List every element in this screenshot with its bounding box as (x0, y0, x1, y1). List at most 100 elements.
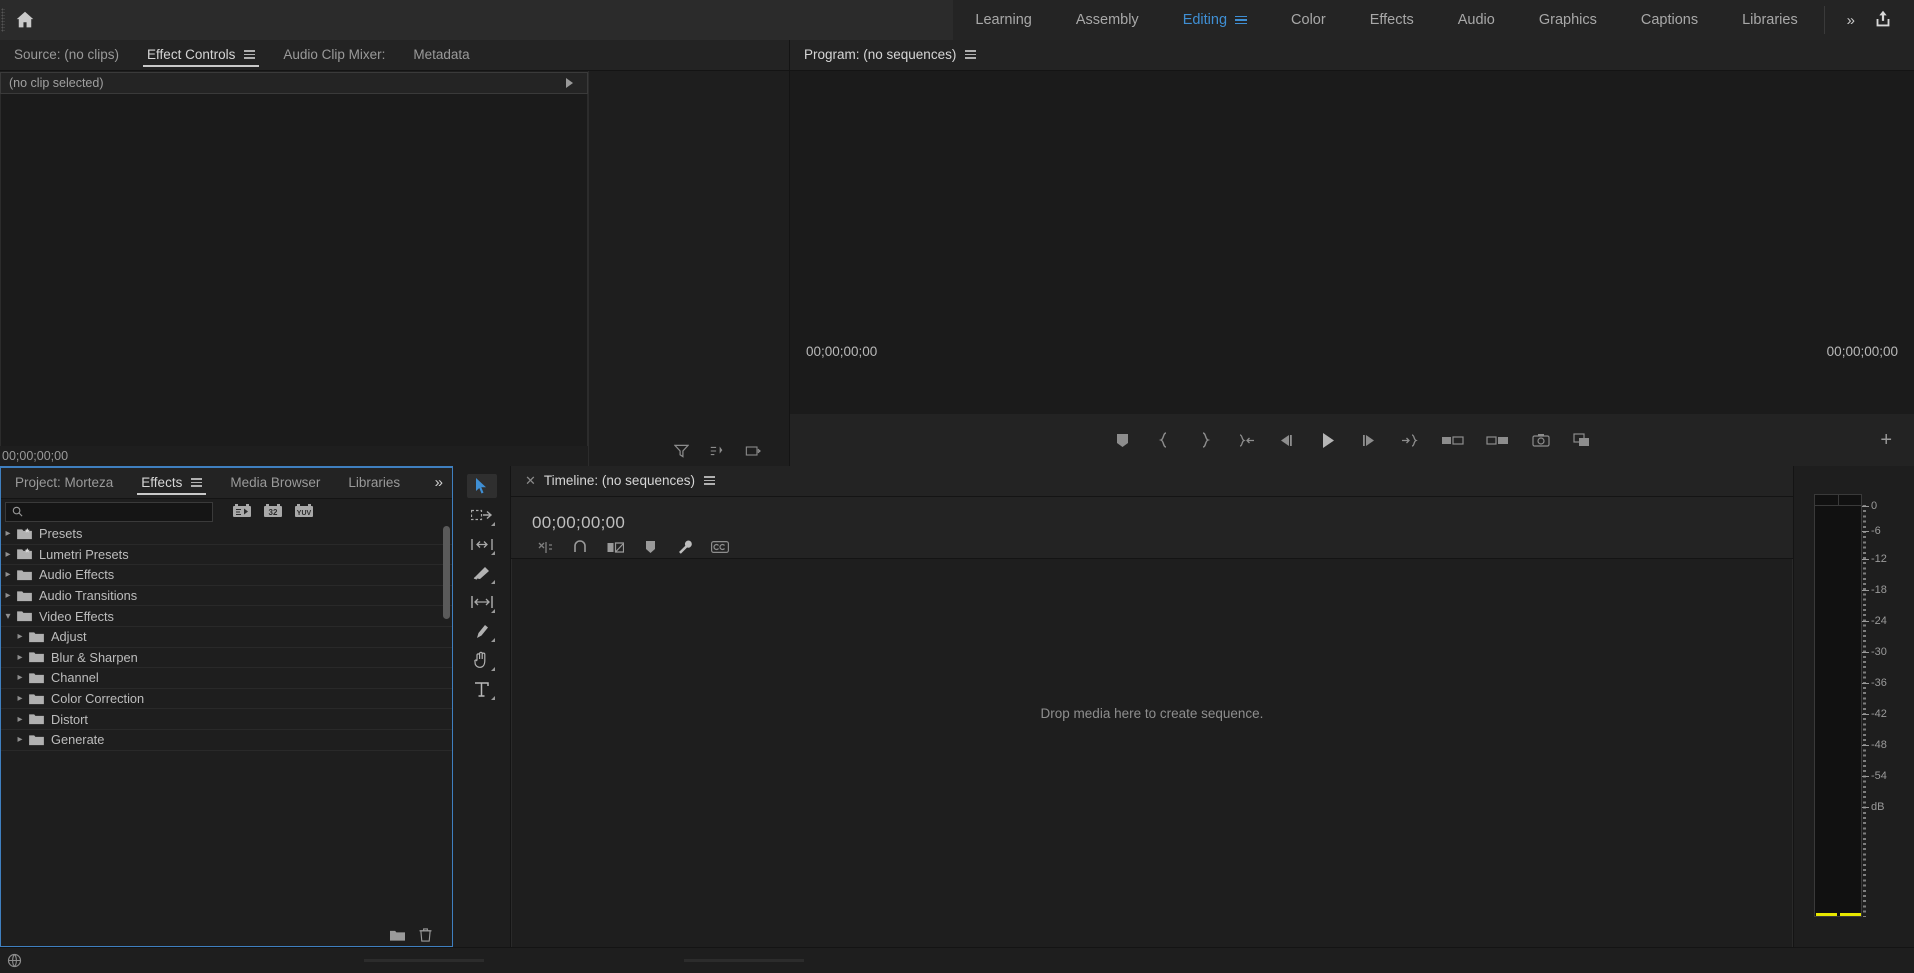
button-editor-plus[interactable]: + (1880, 430, 1892, 450)
lift-button[interactable] (1440, 429, 1466, 451)
extract-button[interactable] (1485, 429, 1511, 451)
tree-item-generate[interactable]: ▸ Generate (1, 730, 452, 751)
slip-tool[interactable] (467, 590, 497, 614)
ripple-edit-tool[interactable] (467, 532, 497, 556)
go-to-in-button[interactable] (1235, 429, 1257, 451)
type-tool[interactable] (467, 677, 497, 701)
razor-tool[interactable] (467, 561, 497, 585)
new-custom-bin-icon[interactable] (390, 929, 405, 942)
panel-menu-icon[interactable] (244, 50, 256, 59)
effects-tree[interactable]: ▸ Presets ▸ Lumetri Presets ▸ Audio Effe… (1, 524, 452, 924)
mark-in-button[interactable] (1153, 429, 1175, 451)
tree-item-audio-effects[interactable]: ▸ Audio Effects (1, 565, 452, 586)
tab-project-morteza[interactable]: Project: Morteza (1, 467, 127, 498)
effect-controls-parameter-area[interactable] (0, 94, 588, 446)
timeline-empty-area[interactable]: Drop media here to create sequence. (511, 559, 1793, 947)
timeline-playhead-timecode[interactable]: 00;00;00;00 (532, 513, 625, 533)
no-clip-selected-bar[interactable]: (no clip selected) (0, 72, 588, 94)
expand-triangle-icon[interactable] (566, 78, 573, 88)
comparison-view-button[interactable] (1571, 429, 1593, 451)
add-marker-button[interactable] (1112, 429, 1134, 451)
keyframe-nav-icon[interactable] (709, 444, 725, 458)
filter-icon[interactable] (674, 444, 689, 458)
step-forward-button[interactable] (1358, 429, 1380, 451)
chevron-right-icon[interactable]: ▸ (13, 734, 27, 745)
effect-controls-timeline-area[interactable] (589, 71, 789, 466)
effects-tree-scrollbar[interactable] (443, 526, 450, 619)
tab-media-browser[interactable]: Media Browser (216, 467, 334, 498)
tree-item-color-correction[interactable]: ▸ Color Correction (1, 689, 452, 710)
tab-source[interactable]: Source: (no clips) (0, 39, 133, 70)
tree-item-blur-and-sharpen[interactable]: ▸ Blur & Sharpen (1, 648, 452, 669)
panel-menu-icon[interactable] (703, 476, 715, 485)
tab-audio-clip-mixer[interactable]: Audio Clip Mixer: (269, 39, 399, 70)
workspace-tab-audio[interactable]: Audio (1436, 0, 1517, 40)
audio-meter-bars[interactable] (1814, 494, 1863, 917)
pen-tool[interactable] (467, 619, 497, 643)
tab-effect-controls[interactable]: Effect Controls (133, 39, 269, 70)
accelerated-effects-filter-icon[interactable] (233, 504, 251, 519)
tree-item-lumetri-presets[interactable]: ▸ Lumetri Presets (1, 545, 452, 566)
chevron-down-icon[interactable]: ▾ (1, 611, 15, 622)
tree-item-adjust[interactable]: ▸ Adjust (1, 627, 452, 648)
mark-out-button[interactable] (1194, 429, 1216, 451)
workspace-tab-libraries[interactable]: Libraries (1720, 0, 1820, 40)
tree-item-channel[interactable]: ▸ Channel (1, 668, 452, 689)
program-duration-time[interactable]: 00;00;00;00 (1827, 344, 1898, 359)
chevron-right-icon[interactable]: ▸ (13, 631, 27, 642)
close-icon[interactable]: ✕ (525, 473, 536, 489)
workspace-menu-icon[interactable] (1235, 15, 1248, 25)
chevron-right-icon[interactable]: ▸ (13, 693, 27, 704)
go-to-out-button[interactable] (1399, 429, 1421, 451)
track-select-forward-tool[interactable] (467, 503, 497, 527)
workspace-tab-graphics[interactable]: Graphics (1517, 0, 1619, 40)
search-input-wrapper[interactable] (5, 501, 213, 522)
chevron-right-icon[interactable]: ▸ (13, 714, 27, 725)
snap-markers-icon[interactable] (536, 539, 554, 555)
workspace-tab-learning[interactable]: Learning (953, 0, 1053, 40)
hand-tool[interactable] (467, 648, 497, 672)
selection-tool[interactable] (466, 474, 497, 498)
tree-item-video-effects[interactable]: ▾ Video Effects (1, 606, 452, 627)
add-marker-icon[interactable] (641, 539, 659, 555)
tab-effects[interactable]: Effects (127, 467, 216, 498)
chevron-right-icon[interactable]: ▸ (13, 652, 27, 663)
chevron-right-icon[interactable]: ▸ (1, 569, 15, 580)
chevron-right-icon[interactable]: ▸ (1, 549, 15, 560)
tab-timeline[interactable]: ✕ Timeline: (no sequences) (511, 465, 729, 496)
search-input[interactable] (29, 504, 206, 519)
play-stop-button[interactable] (1317, 429, 1339, 451)
tab-program-monitor[interactable]: Program: (no sequences) (790, 39, 990, 70)
media-browser-status-icon[interactable] (6, 953, 24, 969)
workspace-overflow-button[interactable]: » (1829, 0, 1872, 40)
workspace-tab-captions[interactable]: Captions (1619, 0, 1720, 40)
32bit-color-filter-icon[interactable]: 32 (264, 504, 282, 519)
effects-panel-overflow-button[interactable]: » (425, 467, 452, 498)
step-back-button[interactable] (1276, 429, 1298, 451)
program-monitor-stage[interactable]: 00;00;00;00 00;00;00;00 (790, 71, 1914, 414)
chevron-right-icon[interactable]: ▸ (13, 672, 27, 683)
export-frame-icon[interactable] (745, 444, 761, 458)
panel-menu-icon[interactable] (965, 50, 977, 59)
workspace-tab-assembly[interactable]: Assembly (1054, 0, 1161, 40)
effect-controls-timecode[interactable]: 00;00;00;00 (0, 446, 588, 466)
window-drag-handle[interactable] (1, 8, 5, 32)
workspace-tab-effects[interactable]: Effects (1348, 0, 1436, 40)
audio-clip-indicators[interactable] (1815, 495, 1863, 506)
panel-menu-icon[interactable] (191, 478, 203, 487)
chevron-right-icon[interactable]: ▸ (1, 590, 15, 601)
timeline-settings-icon[interactable] (676, 539, 694, 555)
chevron-right-icon[interactable]: ▸ (1, 528, 15, 539)
snap-in-timeline-icon[interactable] (571, 539, 589, 555)
workspace-tab-editing[interactable]: Editing (1161, 0, 1269, 40)
tree-item-presets[interactable]: ▸ Presets (1, 524, 452, 545)
export-frame-button[interactable] (1530, 429, 1552, 451)
tree-item-audio-transitions[interactable]: ▸ Audio Transitions (1, 586, 452, 607)
linked-selection-icon[interactable] (606, 539, 624, 555)
workspace-tab-color[interactable]: Color (1269, 0, 1348, 40)
tree-item-distort[interactable]: ▸ Distort (1, 709, 452, 730)
tab-libraries[interactable]: Libraries (334, 467, 414, 498)
program-current-time[interactable]: 00;00;00;00 (806, 344, 877, 359)
captions-icon[interactable] (711, 539, 729, 555)
home-icon[interactable] (12, 7, 38, 33)
